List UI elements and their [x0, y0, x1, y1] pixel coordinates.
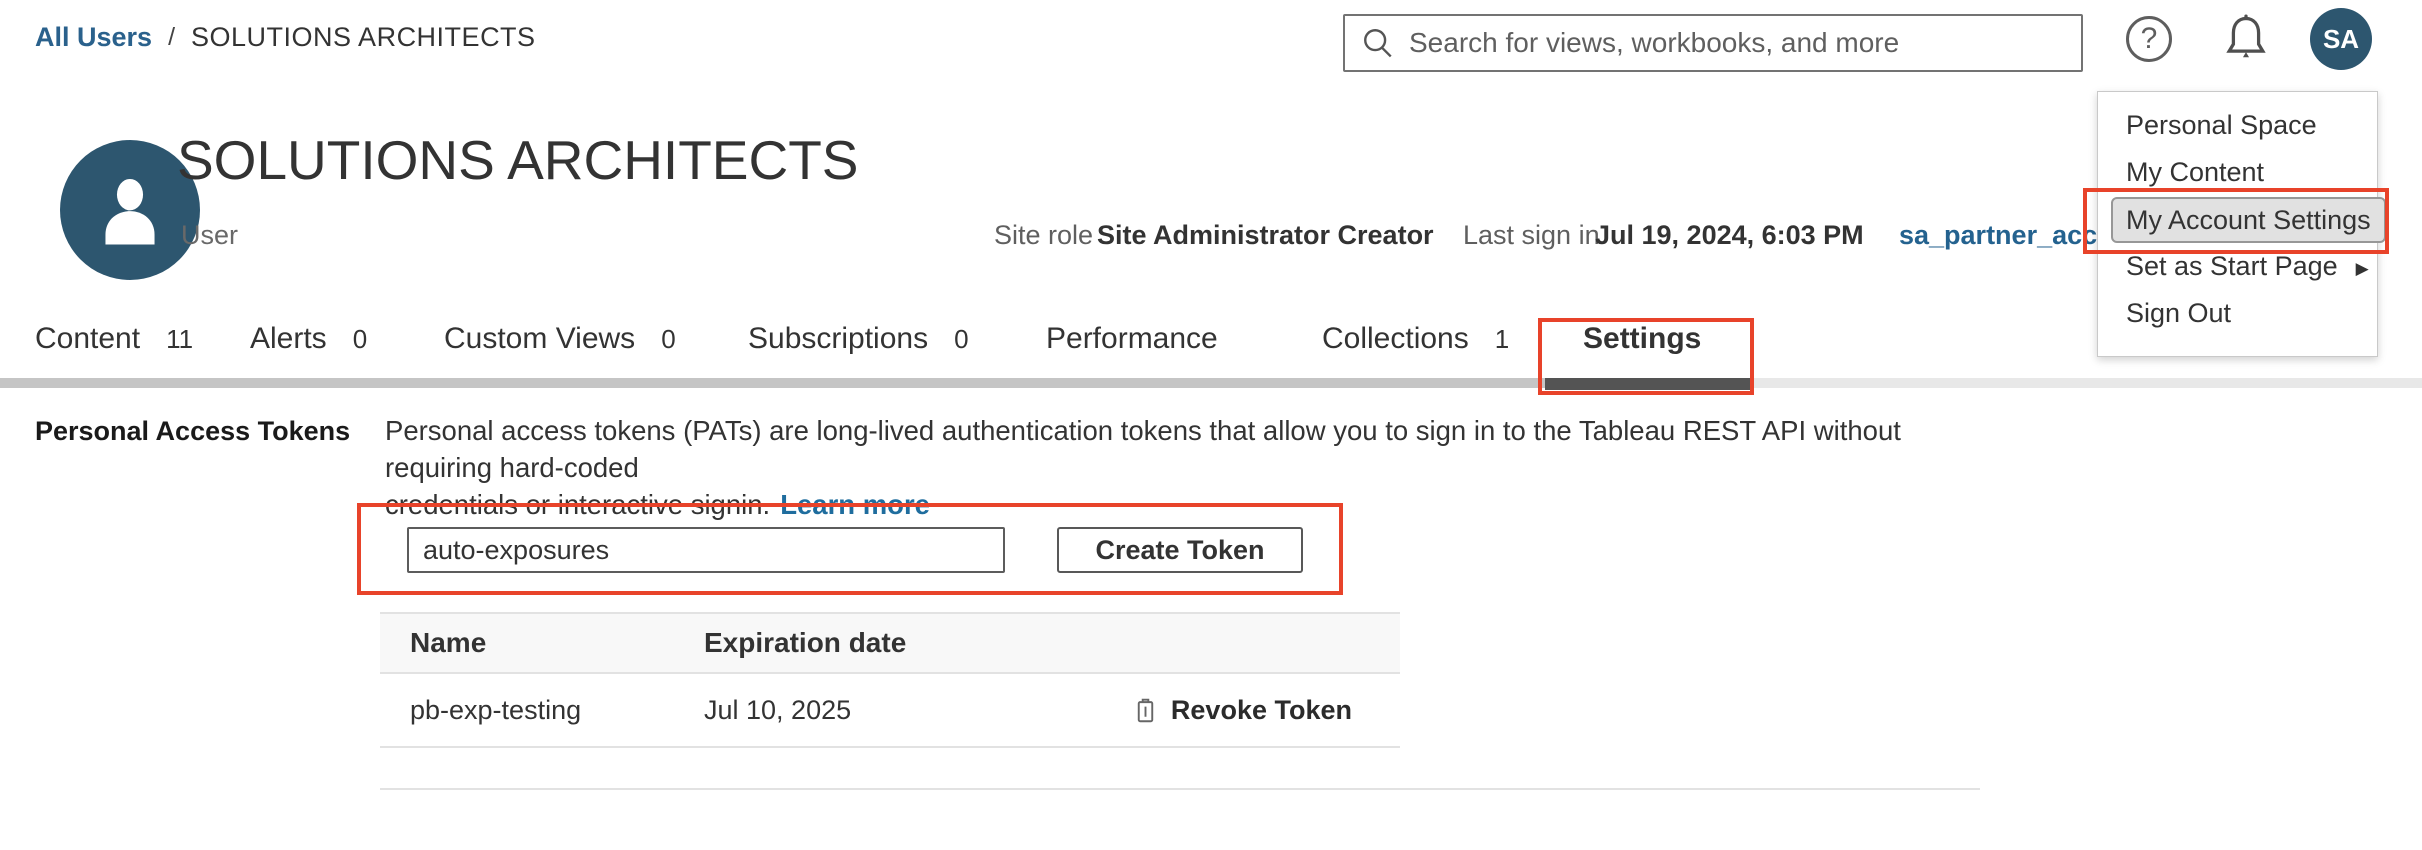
breadcrumb-current-page: SOLUTIONS ARCHITECTS: [191, 22, 536, 53]
help-glyph: ?: [2141, 22, 2158, 56]
revoke-token-button[interactable]: Revoke Token: [1100, 695, 1400, 726]
tab-subscriptions[interactable]: Subscriptions0: [748, 322, 969, 356]
breadcrumb-all-users-link[interactable]: All Users: [35, 22, 152, 53]
token-name-cell: pb-exp-testing: [380, 695, 704, 726]
search-input[interactable]: [1409, 27, 2065, 59]
token-name-input[interactable]: [407, 527, 1005, 573]
site-role-value: Site Administrator Creator: [1097, 220, 1434, 251]
tokens-table-header: Name Expiration date: [380, 612, 1400, 674]
menu-item-my-content[interactable]: My Content: [2098, 149, 2377, 196]
revoke-token-label: Revoke Token: [1171, 695, 1352, 726]
site-role-label: Site role: [994, 220, 1093, 251]
table-row: pb-exp-testing Jul 10, 2025 Revoke Token: [380, 674, 1400, 748]
search-icon: [1361, 26, 1395, 60]
tab-content[interactable]: Content11: [35, 322, 193, 356]
menu-item-set-as-start-page[interactable]: Set as Start Page ▶: [2098, 243, 2377, 290]
tab-subscriptions-count: 0: [954, 324, 968, 354]
user-type-label: User: [181, 220, 238, 251]
search-bar[interactable]: [1343, 14, 2083, 72]
set-as-start-page-label: Set as Start Page: [2126, 251, 2338, 281]
my-account-settings-highlight[interactable]: My Account Settings: [2111, 197, 2386, 243]
notifications-bell-icon[interactable]: [2218, 10, 2274, 68]
trash-icon: [1132, 695, 1159, 725]
tab-bar-divider-right: [1752, 378, 2422, 388]
tab-performance[interactable]: Performance: [1046, 322, 1218, 356]
last-sign-in-value: Jul 19, 2024, 6:03 PM: [1595, 220, 1864, 251]
section-divider: [380, 788, 1980, 790]
help-icon[interactable]: ?: [2126, 16, 2172, 62]
account-name-link[interactable]: sa_partner_accou: [1899, 220, 2130, 251]
last-sign-in-label: Last sign in: [1463, 220, 1600, 251]
column-header-name: Name: [380, 627, 704, 659]
tab-settings-active-indicator: [1545, 378, 1752, 390]
tab-collections[interactable]: Collections1: [1322, 322, 1509, 356]
tab-bar-divider: [0, 378, 1545, 388]
tab-collections-count: 1: [1495, 324, 1509, 354]
avatar-initials: SA: [2323, 24, 2359, 55]
tab-alerts-count: 0: [353, 324, 367, 354]
personal-access-tokens-label: Personal Access Tokens: [35, 416, 350, 447]
pat-description: Personal access tokens (PATs) are long-l…: [385, 412, 2005, 523]
submenu-arrow-icon: ▶: [2356, 259, 2369, 278]
account-dropdown-menu: Personal Space My Content My Account Set…: [2097, 91, 2378, 357]
tab-settings[interactable]: Settings: [1583, 322, 1701, 356]
tokens-table: Name Expiration date pb-exp-testing Jul …: [380, 612, 1400, 748]
user-avatar-menu-button[interactable]: SA: [2310, 8, 2372, 70]
menu-item-personal-space[interactable]: Personal Space: [2098, 102, 2377, 149]
pat-description-line2: credentials or interactive signin.Learn …: [385, 486, 2005, 523]
tab-custom-views-count: 0: [661, 324, 675, 354]
create-token-button[interactable]: Create Token: [1057, 527, 1303, 573]
column-header-expiration-date: Expiration date: [704, 627, 1100, 659]
page-title: SOLUTIONS ARCHITECTS: [177, 128, 858, 192]
learn-more-link[interactable]: Learn more: [780, 489, 930, 520]
menu-item-sign-out[interactable]: Sign Out: [2098, 290, 2377, 337]
pat-description-line1: Personal access tokens (PATs) are long-l…: [385, 412, 2005, 486]
breadcrumb: All Users / SOLUTIONS ARCHITECTS: [35, 22, 536, 53]
breadcrumb-separator: /: [168, 23, 175, 52]
tab-content-count: 11: [166, 324, 193, 354]
token-expiration-cell: Jul 10, 2025: [704, 695, 1100, 726]
person-icon: [84, 164, 176, 256]
tab-custom-views[interactable]: Custom Views0: [444, 322, 676, 356]
tab-alerts[interactable]: Alerts0: [250, 322, 367, 356]
menu-item-my-account-settings[interactable]: My Account Settings: [2098, 196, 2377, 243]
